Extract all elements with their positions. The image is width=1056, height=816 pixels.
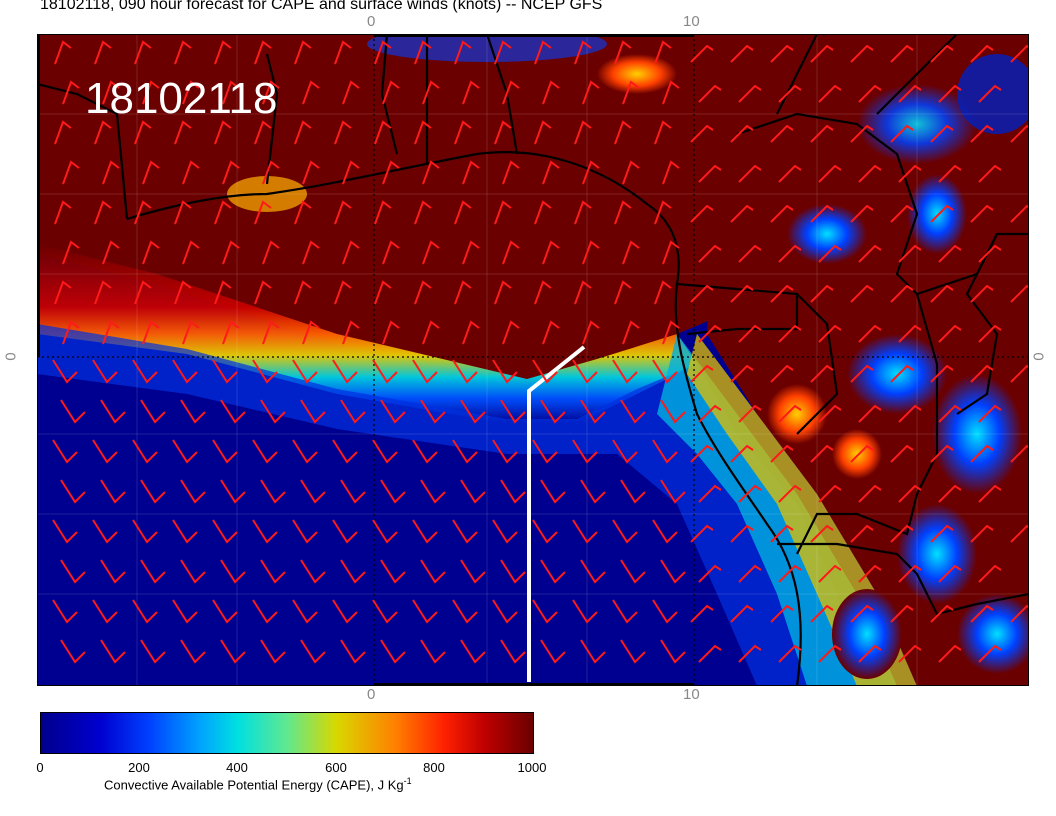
colorbar-label-600: 600 — [325, 760, 347, 775]
top-tick-10: 10 — [683, 13, 700, 30]
colorbar-label-200: 200 — [128, 760, 150, 775]
cape-map: 18102118 — [37, 34, 1029, 686]
top-tick-0: 0 — [367, 13, 376, 30]
colorbar-label-0: 0 — [36, 760, 44, 775]
bottom-tick-10: 10 — [683, 686, 700, 703]
bottom-tick-0: 0 — [367, 686, 376, 703]
right-tick-0: 0 — [1029, 352, 1047, 361]
colorbar-gradient — [40, 712, 534, 754]
date-stamp: 18102118 — [85, 74, 278, 123]
colorbar-label-400: 400 — [226, 760, 248, 775]
colorbar-label-800: 800 — [423, 760, 445, 775]
map-title: 18102118, 090 hour forecast for CAPE and… — [40, 0, 603, 13]
colorbar-title: Convective Available Potential Energy (C… — [104, 776, 412, 793]
map-canvas — [37, 34, 1029, 686]
colorbar-label-1000: 1000 — [517, 760, 547, 775]
left-tick-0: 0 — [1, 352, 19, 361]
colorbar — [40, 712, 534, 754]
